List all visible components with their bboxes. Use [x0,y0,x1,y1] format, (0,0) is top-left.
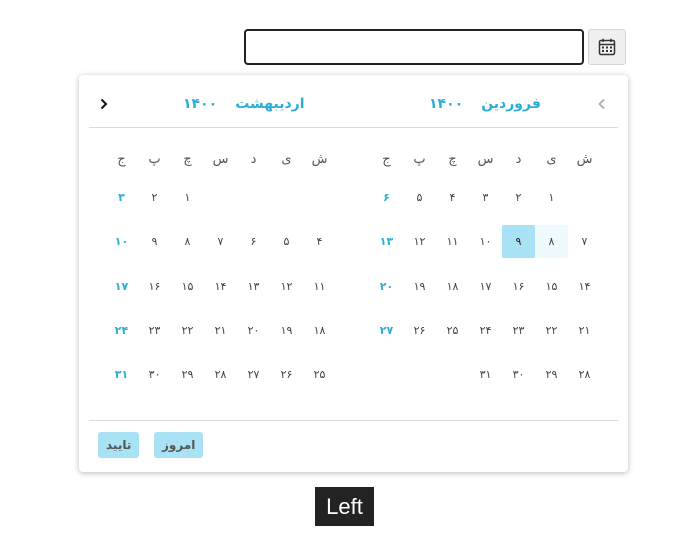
day-cell[interactable]: ۲۱ [204,314,237,347]
day-cell[interactable]: ۱۷ [469,270,502,303]
day-cell[interactable]: ۲ [502,181,535,214]
day-cell[interactable]: ۳ [105,181,138,214]
weekday-header: چ [183,152,192,167]
day-cell[interactable]: ۷ [568,225,601,258]
day-cell[interactable]: ۱۶ [138,270,171,303]
day-cell[interactable]: ۲۴ [469,314,502,347]
day-cell[interactable]: ۴ [436,181,469,214]
day-cell[interactable]: ۱۲ [403,225,436,258]
calendar-toggle-button[interactable] [588,29,626,65]
prev-month-button[interactable] [594,93,610,115]
day-cell[interactable]: ۲۳ [138,314,171,347]
day-cell[interactable]: ۱۶ [502,270,535,303]
day-cell[interactable]: ۲۲ [171,314,204,347]
today-button[interactable]: امروز [154,432,204,458]
day-cell[interactable]: ۱۴ [204,270,237,303]
day-cell[interactable]: ۱۰ [469,225,502,258]
weekday-header: ش [576,152,593,167]
day-cell[interactable]: ۲۶ [403,314,436,347]
day-cell[interactable]: ۲۵ [436,314,469,347]
day-cell[interactable]: ۱۸ [303,314,336,347]
day-cell[interactable]: ۱۹ [403,270,436,303]
day-cell[interactable]: ۲۵ [303,358,336,391]
day-cell[interactable]: ۱۵ [535,270,568,303]
day-cell[interactable]: ۸ [171,225,204,258]
day-cell[interactable]: ۲۹ [171,358,204,391]
footer-divider [89,420,618,421]
weekday-header: ی [546,152,557,167]
day-cell[interactable]: ۸ [535,225,568,259]
day-cell[interactable]: ۵ [403,181,436,214]
day-cell[interactable]: ۷ [204,225,237,258]
day-cell[interactable]: ۲۷ [237,358,270,391]
day-cell[interactable]: ۹ [138,225,171,258]
day-cell[interactable]: ۳ [469,181,502,214]
day-cell[interactable]: ۱۳ [237,270,270,303]
day-cell[interactable]: ۱۴ [568,270,601,303]
day-cell[interactable]: ۲۷ [370,314,403,347]
day-cell[interactable]: ۱۱ [303,270,336,303]
position-label: Left [315,487,374,526]
day-cell[interactable]: ۱ [535,181,568,214]
day-cell[interactable]: ۲۲ [535,314,568,347]
weekday-header: چ [448,152,457,167]
weekday-header: ج [382,152,391,167]
day-cell[interactable]: ۲۸ [568,358,601,391]
day-cell[interactable]: ۱۷ [105,270,138,303]
header-divider [89,127,618,128]
day-cell[interactable]: ۱ [171,181,204,214]
weekday-header: ش [311,152,328,167]
date-input[interactable] [244,29,584,65]
day-cell[interactable]: ۱۲ [270,270,303,303]
day-cell[interactable]: ۱۳ [370,225,403,258]
month-name: اردیبهشت [235,96,305,112]
weekday-header: پ [148,152,161,167]
day-cell[interactable]: ۲۰ [370,270,403,303]
calendar-icon [598,38,616,56]
weekday-header: س [212,152,229,167]
month-title-right: فروردین ۱۴۰۰ [429,93,541,115]
day-cell[interactable]: ۹ [502,225,535,259]
day-cell[interactable]: ۲۶ [270,358,303,391]
day-cell[interactable]: ۲۹ [535,358,568,391]
month-grid-farvardin: ش ی د س چ پ ج ۱ ۲ ۳ ۴ ۵ ۶ ۷ ۸ ۹ ۱۰ ۱۱ ۱۲ ۱۳ ۱۴ ۱۵ ۱۶ ۱۷ ۱۸ ۱۹ ۲۰ ۲۱… [370,147,601,407]
day-cell[interactable]: ۳۰ [138,358,171,391]
weekday-header: د [250,152,257,167]
month-grid-ordibehesht: ش ی د س چ پ ج ۱ ۲ ۳ ۴ ۵ ۶ ۷ ۸ ۹ ۱۰ ۱۱ ۱۲ ۱۳ ۱۴ ۱۵ ۱۶ ۱۷ ۱۸ ۱۹ ۲۰ ۲۱… [105,147,336,407]
day-cell[interactable]: ۵ [270,225,303,258]
day-cell[interactable]: ۶ [370,181,403,214]
datepicker-popup: اردیبهشت ۱۴۰۰ فروردین ۱۴۰۰ شیدسچپج۱۲۳۴۵۶… [79,75,628,472]
day-cell[interactable]: ۱۸ [436,270,469,303]
month-title-left: اردیبهشت ۱۴۰۰ [183,93,305,115]
weekday-header: ج [117,152,126,167]
weekday-header: س [477,152,494,167]
weekday-header: د [515,152,522,167]
day-cell[interactable]: ۲۴ [105,314,138,347]
day-cell[interactable]: ۳۱ [469,358,502,391]
day-cell[interactable]: ۱۰ [105,225,138,258]
next-month-button[interactable] [96,93,112,115]
month-year: ۱۴۰۰ [429,96,464,112]
day-cell[interactable]: ۱۱ [436,225,469,258]
day-cell[interactable]: ۴ [303,225,336,258]
day-cell[interactable]: ۲۰ [237,314,270,347]
month-name: فروردین [481,96,541,112]
day-cell[interactable]: ۶ [237,225,270,258]
day-cell[interactable]: ۲ [138,181,171,214]
month-year: ۱۴۰۰ [183,96,218,112]
day-cell[interactable]: ۲۸ [204,358,237,391]
day-cell[interactable]: ۳۱ [105,358,138,391]
chevron-left-icon [598,98,605,110]
weekday-header: ی [281,152,292,167]
chevron-right-icon [100,98,108,110]
day-cell[interactable]: ۱۹ [270,314,303,347]
day-cell[interactable]: ۱۵ [171,270,204,303]
weekday-header: پ [413,152,426,167]
day-cell[interactable]: ۲۳ [502,314,535,347]
day-cell[interactable]: ۲۱ [568,314,601,347]
confirm-button[interactable]: تایید [98,432,140,458]
day-cell[interactable]: ۳۰ [502,358,535,391]
